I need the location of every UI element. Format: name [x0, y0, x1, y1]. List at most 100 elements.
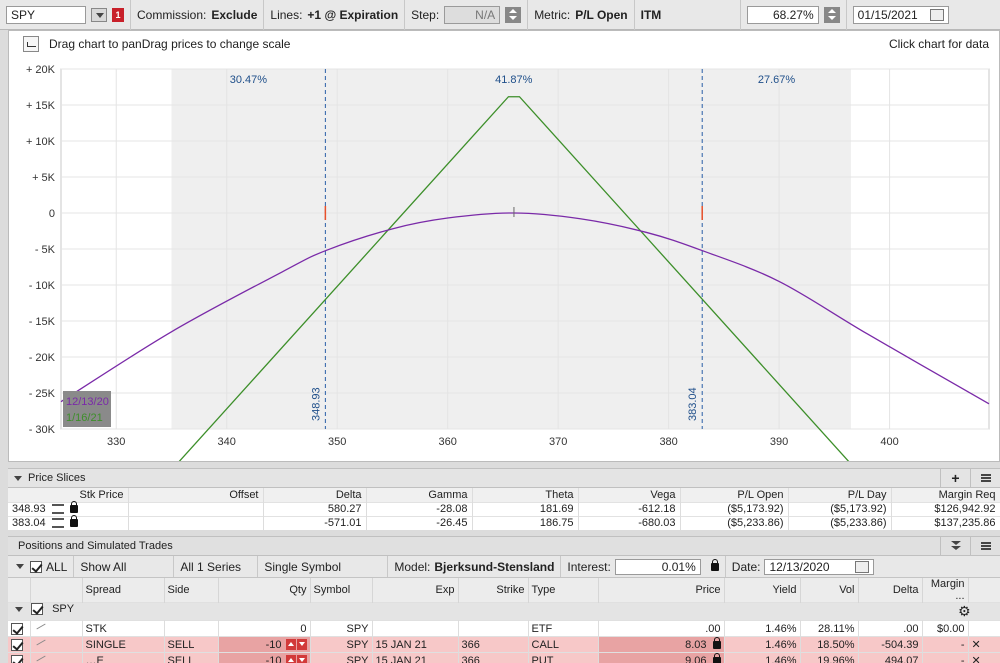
qty-up-icon[interactable]	[285, 639, 296, 651]
probability-selector[interactable]: 68.27%	[741, 0, 847, 30]
row-checkbox-cell[interactable]	[8, 620, 31, 637]
col-margin[interactable]: Margin ...	[922, 578, 969, 603]
lines-value[interactable]: +1 @ Expiration	[307, 8, 398, 22]
sim-date-field[interactable]: 12/13/2020	[764, 558, 875, 575]
positions-menu-button[interactable]	[970, 537, 1000, 555]
lock-icon[interactable]	[712, 637, 721, 649]
all-checkbox[interactable]	[30, 560, 42, 573]
col-side[interactable]: Side	[164, 578, 219, 603]
strike-cell[interactable]: 366	[458, 652, 529, 663]
step-field[interactable]: N/A	[444, 5, 501, 24]
row-checkbox[interactable]	[11, 654, 23, 663]
qty-down-icon[interactable]	[296, 655, 307, 663]
price-cell[interactable]: 9.06	[598, 652, 725, 663]
spread-cell[interactable]: STK	[82, 620, 165, 637]
symbol-selector[interactable]: SPY 1	[0, 0, 131, 30]
positions-collapse-button[interactable]	[940, 537, 970, 555]
exp-cell[interactable]: 15 JAN 21	[372, 652, 459, 663]
col-type[interactable]: Type	[528, 578, 599, 603]
price-slices-col-offset[interactable]: Offset	[128, 488, 264, 502]
risk-profile-chart-panel[interactable]: Drag chart to panDrag prices to change s…	[8, 30, 1000, 462]
position-row[interactable]: SINGLE SELL -10 SPY 15 JAN 21 366 CALL 8.03 1.46…	[8, 636, 1000, 653]
type-cell[interactable]: CALL	[528, 636, 599, 653]
show-filter[interactable]: Show All	[74, 556, 175, 577]
row-chart-cell[interactable]	[30, 620, 83, 637]
mini-chart-icon[interactable]	[34, 622, 48, 632]
strike-cell[interactable]	[458, 620, 529, 637]
price-slices-col-p-l-open[interactable]: P/L Open	[680, 488, 789, 502]
gear-icon[interactable]: ⚙	[958, 604, 971, 621]
yield-cell[interactable]: 1.46%	[724, 620, 801, 637]
qty-stepper[interactable]	[285, 639, 307, 651]
price-cell[interactable]: 8.03	[598, 636, 725, 653]
close-icon[interactable]: ✕	[972, 655, 981, 663]
col-strike[interactable]: Strike	[458, 578, 529, 603]
alert-badge[interactable]: 1	[112, 7, 124, 22]
col-qty[interactable]: Qty	[218, 578, 311, 603]
lock-icon[interactable]	[712, 653, 721, 663]
row-checkbox-cell[interactable]	[8, 652, 31, 663]
lines-selector[interactable]: Lines: +1 @ Expiration	[264, 0, 406, 30]
price-slice-row[interactable]: 348.93 580.27 -28.08 181.69 -612.18 ($5,173.9…	[8, 501, 1000, 516]
type-cell[interactable]: PUT	[528, 652, 599, 663]
symbol-field[interactable]: SPY	[6, 5, 86, 24]
price-slices-col-stk-price[interactable]: Stk Price	[8, 488, 129, 502]
slider-icon[interactable]	[51, 518, 64, 529]
calendar-icon[interactable]	[929, 8, 944, 21]
side-cell[interactable]	[164, 620, 219, 637]
expand-group-icon[interactable]	[15, 607, 23, 612]
price-cell[interactable]: .00	[598, 620, 725, 637]
side-cell[interactable]: SELL	[164, 636, 219, 653]
qty-down-icon[interactable]	[296, 639, 307, 651]
metric-selector[interactable]: Metric: P/L Open	[528, 0, 635, 30]
interest-selector[interactable]: Interest: 0.01%	[561, 556, 726, 577]
chart-type-icon[interactable]	[23, 36, 39, 52]
qty-cell[interactable]: -10	[218, 636, 311, 653]
commission-selector[interactable]: Commission: Exclude	[131, 0, 265, 30]
symbol-dropdown-icon[interactable]	[91, 7, 107, 22]
yield-cell[interactable]: 1.46%	[724, 652, 801, 663]
lock-icon[interactable]	[710, 558, 719, 571]
qty-up-icon[interactable]	[285, 655, 296, 663]
side-cell[interactable]: SELL	[164, 652, 219, 663]
probability-spinner-icon[interactable]	[823, 6, 840, 23]
col-vol[interactable]: Vol	[800, 578, 859, 603]
col-price[interactable]: Price	[598, 578, 725, 603]
col-spread[interactable]: Spread	[82, 578, 165, 603]
remove-cell[interactable]: ✕	[968, 636, 1000, 653]
price-slices-col-gamma[interactable]: Gamma	[366, 488, 473, 502]
interest-field[interactable]: 0.01%	[614, 558, 701, 575]
date-field[interactable]: 01/15/2021	[852, 5, 949, 24]
price-slices-col-theta[interactable]: Theta	[472, 488, 579, 502]
spread-cell[interactable]: SINGLE	[82, 636, 165, 653]
col-yield[interactable]: Yield	[724, 578, 801, 603]
probability-field[interactable]: 68.27%	[746, 5, 819, 24]
date-sim-selector[interactable]: Date: 12/13/2020	[726, 556, 881, 577]
collapse-price-slices-icon[interactable]	[14, 475, 22, 481]
spread-cell[interactable]: …E	[82, 652, 165, 663]
price-slices-menu-button[interactable]	[970, 469, 1000, 487]
lock-icon[interactable]	[69, 515, 78, 528]
calendar-icon[interactable]	[855, 560, 870, 573]
mini-chart-icon[interactable]	[34, 654, 48, 663]
price-slices-col-margin-req[interactable]: Margin Req	[891, 488, 1000, 502]
col-delta[interactable]: Delta	[858, 578, 923, 603]
price-slice-cell[interactable]: 383.04	[8, 515, 129, 530]
type-cell[interactable]: ETF	[528, 620, 599, 637]
row-checkbox-cell[interactable]	[8, 636, 31, 653]
col-symbol[interactable]: Symbol	[310, 578, 373, 603]
symbol-group-row[interactable]: SPY ⚙	[8, 602, 1000, 621]
close-icon[interactable]: ✕	[972, 639, 981, 651]
date-selector[interactable]: 01/15/2021	[847, 0, 955, 30]
step-spinner-icon[interactable]	[505, 6, 522, 23]
slider-icon[interactable]	[51, 504, 64, 515]
price-slice-row[interactable]: 383.04 -571.01 -26.45 186.75 -680.03 ($5,233.…	[8, 515, 1000, 530]
price-slices-col-delta[interactable]: Delta	[263, 488, 367, 502]
mini-chart-icon[interactable]	[34, 638, 48, 648]
vol-cell[interactable]: 19.96%	[800, 652, 859, 663]
row-chart-cell[interactable]	[30, 636, 83, 653]
expand-all-icon[interactable]	[16, 564, 24, 569]
itm-selector[interactable]: ITM	[635, 0, 741, 30]
row-chart-cell[interactable]	[30, 652, 83, 663]
price-slices-col-p-l-day[interactable]: P/L Day	[788, 488, 892, 502]
